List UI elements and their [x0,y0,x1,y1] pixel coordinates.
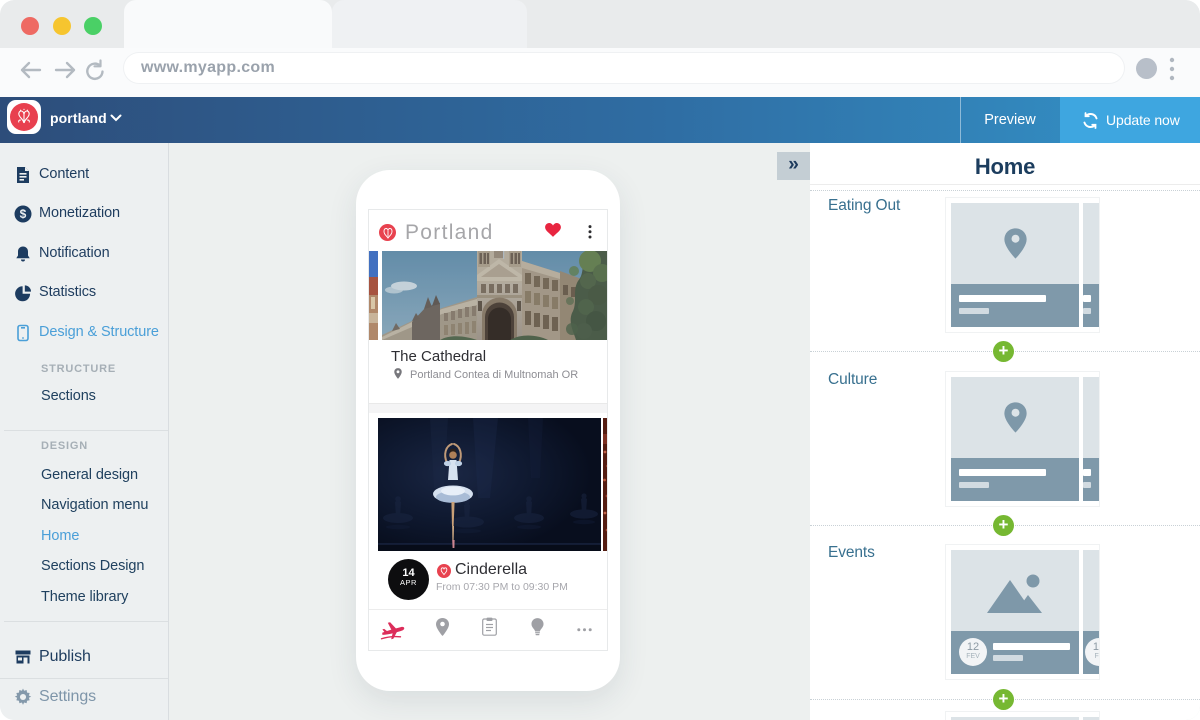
svg-text:$: $ [20,207,27,221]
